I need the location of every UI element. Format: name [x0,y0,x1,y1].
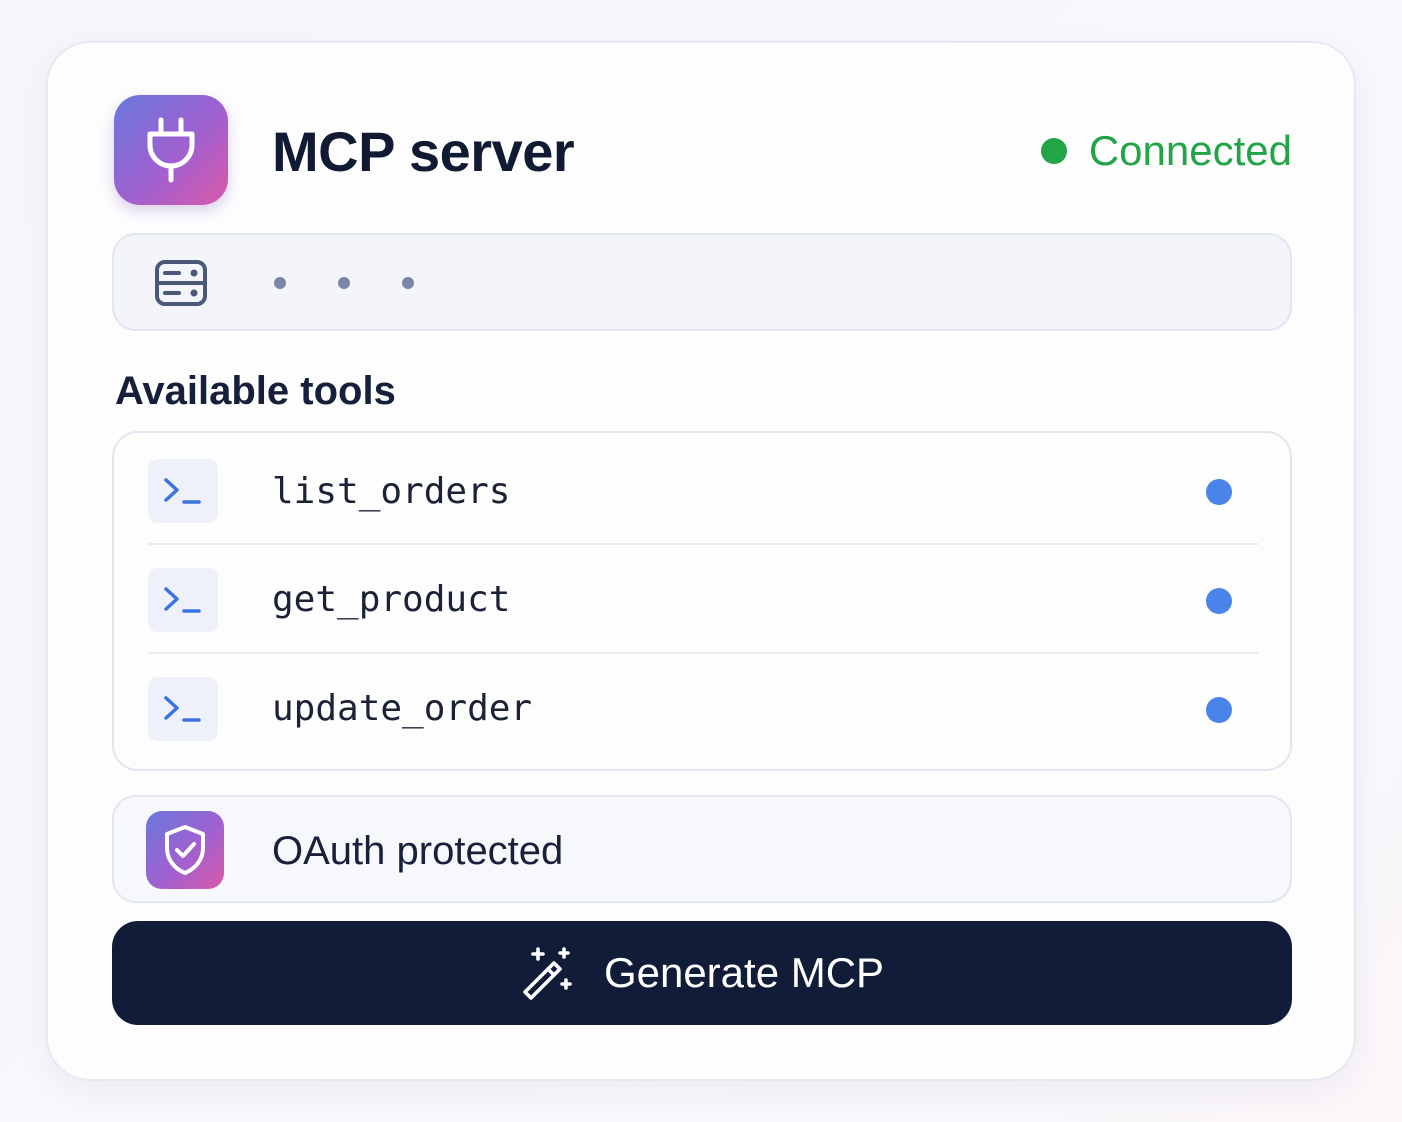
mask-dot [338,277,350,289]
mask-dot [274,277,286,289]
mask-dot [402,277,414,289]
tool-status-dot [1206,588,1232,614]
terminal-icon [148,677,218,741]
tool-name: update_order [272,688,533,729]
magic-wand-icon [520,946,574,1000]
plug-icon [114,95,228,205]
oauth-label: OAuth protected [272,829,564,873]
mcp-server-card: MCP server Connected Available tools lis… [46,41,1356,1081]
status-label: Connected [1088,127,1292,174]
page-title: MCP server [272,120,575,183]
tool-row-get-product[interactable]: get_product [148,543,1258,653]
server-icon [154,259,208,312]
tools-list: list_orders get_product update_order [112,431,1292,771]
tool-row-update-order[interactable]: update_order [148,652,1258,762]
masked-value [274,277,466,289]
tools-heading: Available tools [115,369,396,413]
terminal-icon [148,459,218,523]
tool-name: get_product [272,579,511,620]
tool-name: list_orders [272,471,511,512]
generate-mcp-button[interactable]: Generate MCP [112,921,1292,1025]
status-indicator-dot [1040,138,1067,164]
shield-check-icon [146,811,224,889]
generate-button-label: Generate MCP [603,949,885,996]
tool-status-dot [1206,479,1232,505]
oauth-status: OAuth protected [112,795,1292,903]
tool-status-dot [1206,697,1232,723]
server-url-field[interactable] [112,233,1292,331]
tool-row-list-orders[interactable]: list_orders [148,433,1258,543]
connection-status: Connected [1040,127,1292,175]
terminal-icon [148,568,218,632]
